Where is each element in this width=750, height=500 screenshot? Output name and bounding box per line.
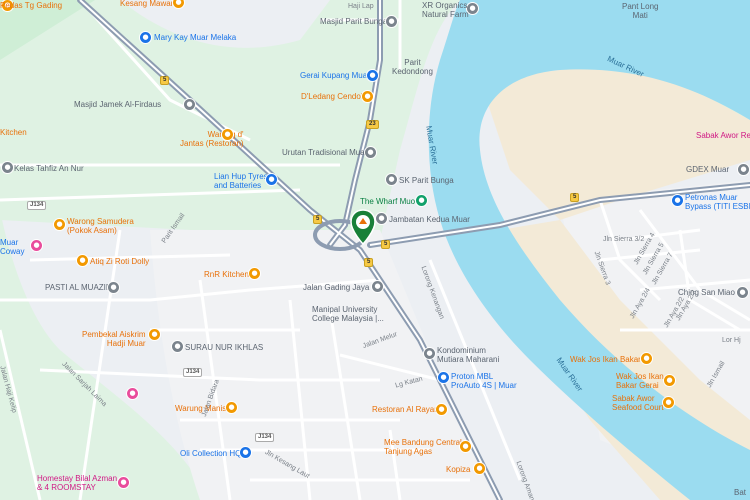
poi-wak-jos-1[interactable]: Wak Jos Ikan Bakar: [570, 355, 641, 364]
poi-kopiza[interactable]: Kopiza: [446, 465, 470, 474]
poi-proton[interactable]: Proton MBL ProAuto 4S | Muar: [451, 372, 517, 390]
place-pant-long: Pant Long Mati: [622, 2, 659, 20]
restaurant-icon[interactable]: ●: [436, 404, 447, 415]
poi-lian-hup[interactable]: Lian Hup Tyres and Batteries: [214, 172, 268, 190]
store-icon[interactable]: ●: [738, 164, 749, 175]
place-parit-kedondong: Parit Kedondong: [392, 58, 433, 76]
mosque-icon[interactable]: ●: [386, 16, 397, 27]
poi-urutan[interactable]: Urutan Tradisional Muar: [282, 148, 367, 157]
route-shield-5: 5: [364, 258, 374, 267]
shopping-icon[interactable]: ●: [31, 240, 42, 251]
poi-marykay[interactable]: Mary Kay Muar Melaka: [154, 33, 236, 42]
hotel-icon[interactable]: ●: [118, 477, 129, 488]
poi-gerai-kupang[interactable]: Gerai Kupang Muar: [300, 71, 370, 80]
poi-pembekal[interactable]: Pembekal Aiskrim Hadji Muar: [82, 330, 146, 348]
poi-masjid-parit-bunga[interactable]: Masjid Parit Bunga: [320, 17, 387, 26]
poi-kitchen[interactable]: Kitchen: [0, 128, 27, 137]
restaurant-icon[interactable]: ●: [663, 397, 674, 408]
building-icon[interactable]: ●: [424, 348, 435, 359]
hotel-icon[interactable]: ●: [416, 195, 427, 206]
poi-kesang[interactable]: Kesang Mawar: [120, 0, 173, 8]
poi-mee-bandung[interactable]: Mee Bandung Central Tanjung Agas: [384, 438, 462, 456]
poi-sabak-seafood[interactable]: Sabak Awor Seafood Court: [612, 394, 664, 412]
mosque-icon[interactable]: ●: [184, 99, 195, 110]
map-canvas[interactable]: 5 5 5 5 5 23 J134 J134 J134 ● Pedas Tg G…: [0, 0, 750, 500]
poi-gdex[interactable]: GDEX Muar: [686, 165, 729, 174]
poi-sk-parit-bunga[interactable]: SK Parit Bunga: [399, 176, 454, 185]
poi-muar-coway[interactable]: Muar Coway: [0, 238, 24, 256]
restaurant-icon[interactable]: ●: [77, 255, 88, 266]
poi-homestay[interactable]: Homestay Bilal Azman & 4 ROOMSTAY: [37, 474, 117, 492]
route-shield-5: 5: [570, 193, 580, 202]
restaurant-icon[interactable]: ●: [362, 91, 373, 102]
landmark-icon[interactable]: ●: [376, 213, 387, 224]
restaurant-icon[interactable]: ●: [149, 329, 160, 340]
urban-area-south: [150, 230, 500, 500]
school-icon[interactable]: ●: [386, 174, 397, 185]
selected-location-pin-icon[interactable]: [350, 209, 376, 245]
poi-surau[interactable]: SURAU NUR IKHLAS: [185, 343, 263, 352]
poi-masjid-firdaus[interactable]: Masjid Jamek Al-Firdaus: [74, 100, 161, 109]
road-lor-hj: Lor Hj: [722, 337, 741, 344]
poi-warung-jantas[interactable]: Warung d' Jantas (Restoran): [180, 130, 244, 148]
store-icon[interactable]: ●: [365, 147, 376, 158]
poi-restoran-al-rayan[interactable]: Restoran Al Rayan: [372, 405, 439, 414]
restaurant-icon[interactable]: ●: [249, 268, 260, 279]
temple-icon[interactable]: ●: [737, 287, 748, 298]
car-dealer-icon[interactable]: ●: [438, 372, 449, 383]
route-shield-5: 5: [160, 76, 170, 85]
school-icon[interactable]: ●: [108, 282, 119, 293]
route-shield-j134: J134: [183, 368, 203, 377]
poi-the-wharf[interactable]: The Wharf Muo: [360, 197, 415, 206]
poi-dledang[interactable]: D'Ledang Cendol: [301, 92, 363, 101]
shopping-icon[interactable]: ●: [240, 447, 251, 458]
poi-kondominium[interactable]: Kondominium Mutiara Maharani: [437, 346, 499, 364]
poi-warong-samudera[interactable]: Warong Samudera (Pokok Asam): [67, 217, 134, 235]
route-shield-j134: J134: [27, 201, 47, 210]
poi-pedas[interactable]: Pedas Tg Gading: [0, 1, 62, 10]
route-shield-j134: J134: [255, 433, 275, 442]
restaurant-icon[interactable]: ●: [226, 402, 237, 413]
poi-jambatan[interactable]: Jambatan Kedua Muar: [389, 215, 470, 224]
restaurant-icon[interactable]: ●: [222, 129, 233, 140]
poi-petronas[interactable]: Petronas Muar Bypass (TITI ESBI...: [685, 193, 750, 211]
shopping-icon[interactable]: ●: [367, 70, 378, 81]
road-haji-lap: Haji Lap: [348, 3, 374, 10]
place-bat: Bat: [734, 488, 747, 497]
school-icon[interactable]: ●: [2, 162, 13, 173]
poi-xr-organics[interactable]: XR Organics Natural Farm: [422, 1, 469, 19]
poi-sabak[interactable]: Sabak Awor Res: [696, 131, 750, 140]
poi-oli-collection[interactable]: Oli Collection HQ: [180, 449, 241, 458]
road-jln-sierra-3-2: Jln Sierra 3/2: [603, 236, 645, 243]
poi-pasti[interactable]: PASTI AL MUAZIM: [45, 283, 113, 292]
route-shield-5: 5: [381, 240, 391, 249]
shopping-icon[interactable]: ●: [127, 388, 138, 399]
restaurant-icon[interactable]: ●: [460, 441, 471, 452]
poi-wak-jos-2[interactable]: Wak Jos Ikan Bakar Gerai: [616, 372, 664, 390]
restaurant-icon[interactable]: ●: [54, 219, 65, 230]
poi-kelas-tahfiz[interactable]: Kelas Tahfiz An Nur: [14, 164, 84, 173]
route-shield-23: 23: [366, 120, 379, 129]
poi-rnr-kitchen[interactable]: RnR Kitchen: [204, 270, 249, 279]
shopping-icon[interactable]: ●: [140, 32, 151, 43]
poi-manipal[interactable]: Manipal University College Malaysia |...: [312, 305, 384, 323]
restaurant-icon[interactable]: ●: [664, 375, 675, 386]
restaurant-icon[interactable]: ●: [641, 353, 652, 364]
mosque-icon[interactable]: ●: [172, 341, 183, 352]
road-jalan-gading-jaya: Jalan Gading Jaya 1: [303, 283, 376, 292]
restaurant-icon[interactable]: ●: [474, 463, 485, 474]
shopping-icon[interactable]: ●: [266, 174, 277, 185]
route-shield-5: 5: [313, 215, 323, 224]
school-icon[interactable]: ●: [372, 281, 383, 292]
gas-station-icon[interactable]: ●: [672, 195, 683, 206]
poi-atiq[interactable]: Atiq Zi Roti Dolly: [90, 257, 149, 266]
